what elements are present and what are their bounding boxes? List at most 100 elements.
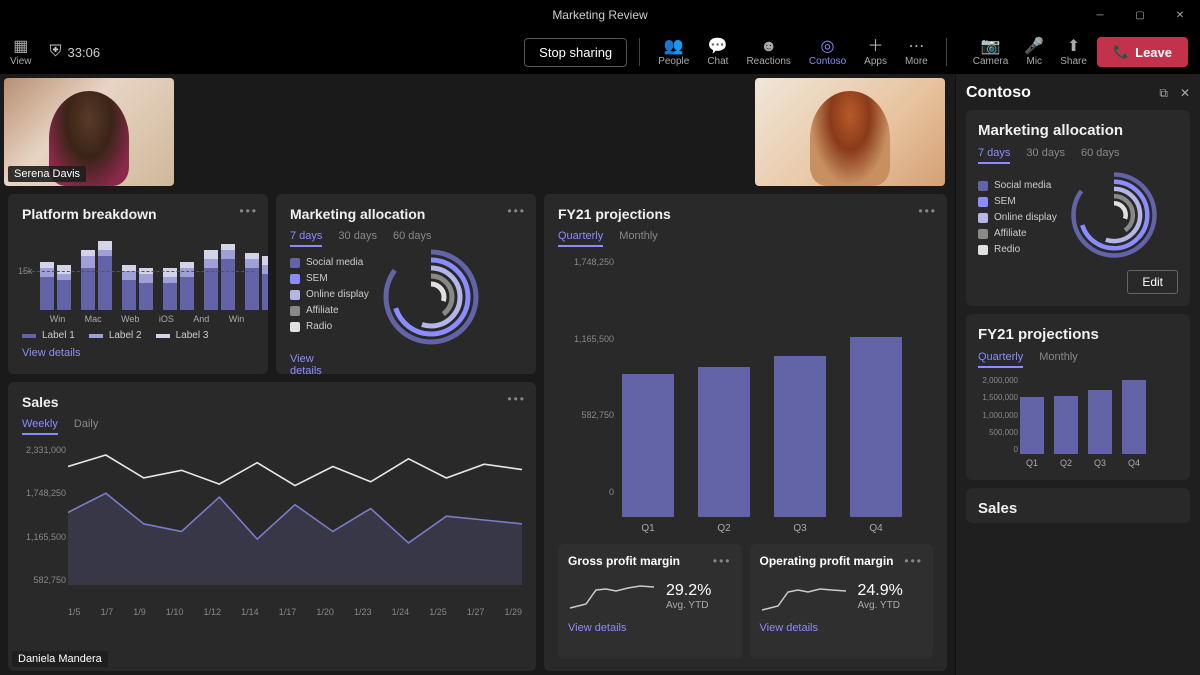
tab[interactable]: Quarterly [978, 351, 1023, 368]
legend-item: Affiliate [978, 228, 1057, 239]
legend-item: Social media [978, 180, 1057, 191]
close-button[interactable]: ✕ [1160, 0, 1200, 30]
panel-alloc-tabs: 7 days 30 days 60 days [978, 147, 1178, 164]
contoso-app-button[interactable]: ◎Contoso [803, 38, 852, 67]
window-title: Marketing Review [552, 8, 647, 22]
spark-chart [760, 576, 850, 616]
edit-button[interactable]: Edit [1127, 270, 1178, 294]
title-bar: Marketing Review ─ ▢ ✕ [0, 0, 1200, 30]
minimize-button[interactable]: ─ [1080, 0, 1120, 30]
allocation-tabs: 7 days 30 days 60 days [290, 230, 522, 247]
fy21-x-axis: Q1Q2Q3Q4 [558, 523, 933, 534]
shield-icon: ⛨ [50, 43, 62, 61]
dashboard: Platform breakdown ••• 15k WinMacWebiOSA… [8, 194, 947, 671]
card-title: Platform breakdown [22, 206, 254, 222]
card-menu-button[interactable]: ••• [507, 392, 526, 406]
chat-button[interactable]: 💬Chat [701, 38, 734, 67]
fy21-tabs: Quarterly Monthly [558, 230, 933, 247]
legend-item: Online display [290, 289, 369, 300]
tab[interactable]: 60 days [393, 230, 432, 247]
card-title: FY21 projections [558, 206, 933, 222]
tab[interactable]: 30 days [1026, 147, 1065, 164]
platform-breakdown-card: Platform breakdown ••• 15k WinMacWebiOSA… [8, 194, 268, 374]
reactions-icon: ☻ [760, 38, 777, 56]
meeting-stage: Serena Davis Daniela Mandera Platform br… [0, 74, 955, 675]
card-title: Sales [22, 394, 522, 410]
card-menu-button[interactable]: ••• [507, 204, 526, 218]
platform-legend: Label 1Label 2Label 3 [22, 330, 254, 341]
share-icon: ⬆ [1067, 38, 1080, 56]
panel-alloc-legend: Social mediaSEMOnline displayAffiliateRe… [978, 180, 1057, 255]
tab[interactable]: 7 days [978, 147, 1010, 164]
camera-off-icon: 📷 [981, 38, 1001, 56]
hangup-icon: 📞 [1113, 44, 1129, 60]
reactions-button[interactable]: ☻Reactions [740, 38, 796, 67]
video-tile-participant[interactable] [755, 78, 945, 186]
sales-card: Sales ••• Weekly Daily 2,331,0001,748,250… [8, 382, 536, 671]
tab[interactable]: Quarterly [558, 230, 603, 247]
view-details-link[interactable]: View details [22, 347, 81, 359]
close-icon[interactable]: ✕ [1180, 86, 1190, 101]
fy21-chart: 1,748,2501,165,500582,7500 [558, 247, 933, 517]
participant-avatar [810, 91, 890, 186]
legend-item: Affiliate [290, 305, 369, 316]
people-icon: 👥 [664, 38, 684, 56]
popout-icon[interactable]: ⧉ [1159, 86, 1168, 101]
tab[interactable]: Weekly [22, 418, 58, 435]
camera-button[interactable]: 📷Camera [967, 38, 1015, 67]
view-details-link[interactable]: View details [568, 622, 627, 634]
tab[interactable]: Monthly [1039, 351, 1078, 368]
panel-sales-card: Sales [966, 488, 1190, 523]
legend-item: Social media [290, 257, 369, 268]
participant-name: Serena Davis [8, 166, 86, 182]
maximize-button[interactable]: ▢ [1120, 0, 1160, 30]
platform-chart: 15k [22, 232, 254, 310]
card-menu-button[interactable]: ••• [713, 554, 732, 568]
tab[interactable]: Daily [74, 418, 98, 435]
mic-icon: 🎤 [1024, 38, 1044, 56]
legend-item: Redio [978, 244, 1057, 255]
window-controls: ─ ▢ ✕ [1080, 0, 1200, 30]
sales-chart: 2,331,0001,748,2501,165,500582,750 [22, 445, 522, 603]
meeting-timer: ⛨ 33:06 [50, 43, 101, 61]
stop-sharing-button[interactable]: Stop sharing [524, 38, 627, 67]
allocation-radial-chart [381, 247, 481, 347]
view-button[interactable]: ▦ View [4, 38, 38, 67]
card-title: Marketing allocation [290, 206, 522, 222]
panel-title: Contoso [966, 84, 1031, 102]
panel-fy21-tabs: Quarterly Monthly [978, 351, 1178, 368]
legend-item: SEM [978, 196, 1057, 207]
gross-margin-card: Gross profit margin ••• 29.2%Avg. YTD Vi… [558, 544, 742, 659]
operating-margin-card: Operating profit margin ••• 24.9%Avg. YT… [750, 544, 934, 659]
people-button[interactable]: 👥People [652, 38, 695, 67]
tab[interactable]: Monthly [619, 230, 658, 247]
card-menu-button[interactable]: ••• [918, 204, 937, 218]
platform-x-axis: WinMacWebiOSAndWin [22, 314, 254, 324]
apps-button[interactable]: ＋Apps [858, 38, 893, 67]
mic-button[interactable]: 🎤Mic [1018, 38, 1050, 67]
card-menu-button[interactable]: ••• [904, 554, 923, 568]
fy21-projections-card: FY21 projections ••• Quarterly Monthly 1,… [544, 194, 947, 671]
plus-icon: ＋ [868, 38, 884, 56]
more-button[interactable]: ⋯More [899, 38, 934, 67]
card-menu-button[interactable]: ••• [239, 204, 258, 218]
self-name: Daniela Mandera [12, 651, 108, 667]
tab[interactable]: 30 days [338, 230, 377, 247]
sales-x-axis: 1/51/71/91/101/121/141/171/201/231/241/2… [22, 607, 522, 617]
more-icon: ⋯ [908, 38, 924, 56]
view-details-link[interactable]: View details [290, 353, 330, 374]
video-tile-participant[interactable]: Serena Davis [4, 78, 174, 186]
tab[interactable]: 7 days [290, 230, 322, 247]
leave-button[interactable]: 📞Leave [1097, 37, 1188, 67]
app-side-panel: Contoso ⧉ ✕ Marketing allocation 7 days3… [955, 74, 1200, 675]
tab[interactable]: 60 days [1081, 147, 1120, 164]
allocation-legend: Social mediaSEMOnline displayAffiliateRa… [290, 257, 369, 332]
share-button[interactable]: ⬆Share [1054, 38, 1093, 67]
app-icon: ◎ [821, 38, 835, 56]
grid-icon: ▦ [13, 38, 28, 56]
marketing-allocation-card: Marketing allocation ••• 7 days 30 days 60… [276, 194, 536, 374]
spark-chart [568, 576, 658, 616]
legend-item: Radio [290, 321, 369, 332]
view-details-link[interactable]: View details [760, 622, 819, 634]
panel-fy21-chart: 2,000,0001,500,0001,000,000500,0000 [978, 376, 1178, 454]
